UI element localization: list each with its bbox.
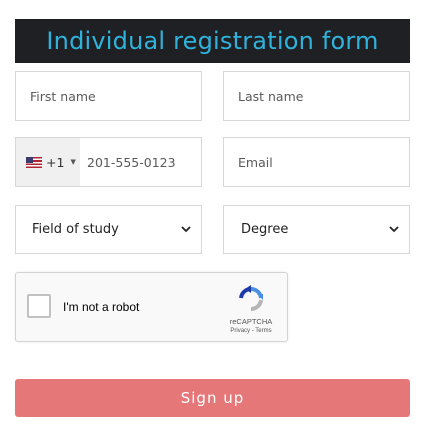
- recaptcha-logo-icon: [239, 285, 263, 312]
- first-name-field[interactable]: First name: [15, 71, 202, 121]
- recaptcha-brand: reCAPTCHA: [229, 317, 273, 326]
- chevron-down-icon: [389, 206, 399, 253]
- recaptcha-links[interactable]: Privacy - Terms: [216, 328, 286, 334]
- chevron-down-icon: [181, 206, 191, 253]
- email-field[interactable]: Email: [223, 137, 410, 187]
- sign-up-button[interactable]: Sign up: [15, 379, 410, 417]
- field-of-study-value: Field of study: [32, 222, 119, 237]
- dial-code: +1: [46, 154, 65, 170]
- phone-field[interactable]: +1 ▼ 201-555-0123: [15, 137, 202, 187]
- phone-placeholder: 201-555-0123: [87, 154, 176, 170]
- page-title: Individual registration form: [15, 19, 410, 63]
- us-flag-icon: [26, 156, 42, 168]
- degree-select[interactable]: Degree: [223, 205, 410, 254]
- last-name-placeholder: Last name: [238, 88, 304, 104]
- recaptcha-checkbox[interactable]: [27, 294, 51, 318]
- caret-down-icon: ▼: [70, 158, 76, 166]
- email-placeholder: Email: [238, 154, 273, 170]
- last-name-field[interactable]: Last name: [223, 71, 410, 121]
- phone-country-selector[interactable]: +1 ▼: [16, 138, 80, 186]
- degree-value: Degree: [241, 222, 289, 237]
- field-of-study-select[interactable]: Field of study: [15, 205, 202, 254]
- recaptcha-widget: I'm not a robot reCAPTCHA Privacy - Term…: [15, 272, 288, 342]
- recaptcha-label: I'm not a robot: [63, 300, 140, 314]
- first-name-placeholder: First name: [30, 88, 96, 104]
